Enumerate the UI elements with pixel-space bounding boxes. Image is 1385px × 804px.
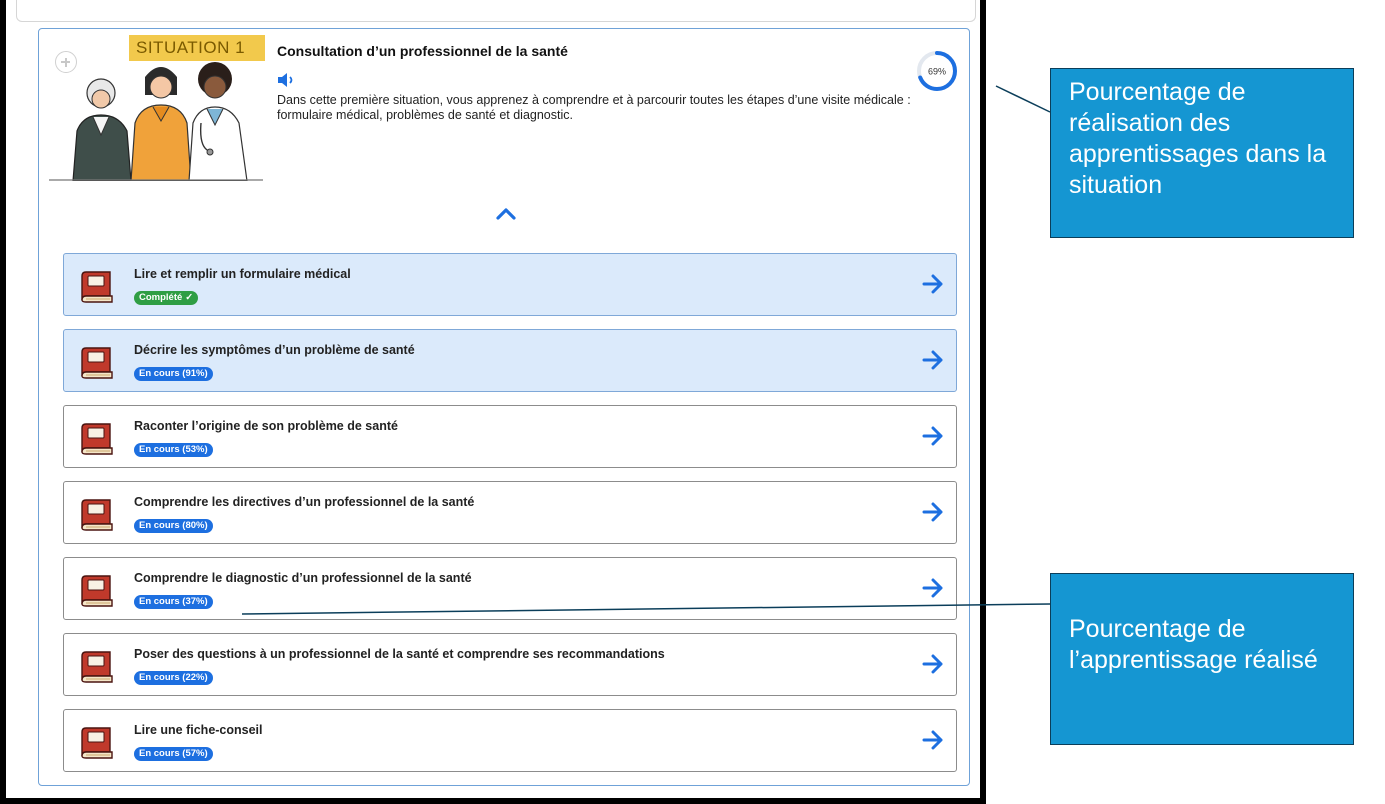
learning-item[interactable]: Décrire les symptômes d’un problème de s… bbox=[63, 329, 957, 392]
situation-tag: SITUATION 1 bbox=[129, 35, 265, 61]
situation-progress-label: 69% bbox=[928, 67, 946, 77]
learning-item-title: Raconter l’origine de son problème de sa… bbox=[134, 419, 398, 433]
arrow-right-icon[interactable] bbox=[922, 274, 944, 294]
learning-item-title: Comprendre les directives d’un professio… bbox=[134, 495, 475, 509]
book-icon bbox=[81, 651, 113, 683]
arrow-right-icon[interactable] bbox=[922, 654, 944, 674]
screenshot-frame: SITUATION 1 Consultation d’un profession… bbox=[0, 0, 986, 804]
status-badge: En cours (80%) bbox=[134, 519, 213, 533]
arrow-right-icon[interactable] bbox=[922, 578, 944, 598]
check-icon: ✓ bbox=[185, 292, 194, 303]
status-badge: En cours (53%) bbox=[134, 443, 213, 457]
book-icon bbox=[81, 575, 113, 607]
status-badge: En cours (22%) bbox=[134, 671, 213, 685]
plus-icon[interactable] bbox=[55, 51, 77, 73]
book-icon bbox=[81, 499, 113, 531]
book-icon bbox=[81, 423, 113, 455]
arrow-right-icon[interactable] bbox=[922, 426, 944, 446]
situation-title: Consultation d’un professionnel de la sa… bbox=[277, 43, 568, 59]
book-icon bbox=[81, 727, 113, 759]
arrow-right-icon[interactable] bbox=[922, 502, 944, 522]
book-icon bbox=[81, 347, 113, 379]
annotation-situation-progress: Pourcentage de réalisation des apprentis… bbox=[1050, 68, 1354, 238]
learning-item[interactable]: Lire et remplir un formulaire médical Com… bbox=[63, 253, 957, 316]
learning-item[interactable]: Lire une fiche-conseil En cours (57%) bbox=[63, 709, 957, 772]
arrow-right-icon[interactable] bbox=[922, 350, 944, 370]
learning-item[interactable]: Raconter l’origine de son problème de sa… bbox=[63, 405, 957, 468]
situation-description: Dans cette première situation, vous appr… bbox=[277, 93, 911, 122]
situation-progress-ring: 69% bbox=[917, 51, 957, 91]
annotation-item-progress: Pourcentage de l’apprentissage réalisé bbox=[1050, 573, 1354, 745]
situation-card: SITUATION 1 Consultation d’un profession… bbox=[38, 28, 970, 786]
status-badge: Complété ✓ bbox=[134, 291, 199, 305]
learning-item-title: Lire et remplir un formulaire médical bbox=[134, 267, 351, 281]
status-badge: En cours (91%) bbox=[134, 367, 213, 381]
previous-card-edge bbox=[16, 0, 976, 22]
learning-item[interactable]: Comprendre les directives d’un professio… bbox=[63, 481, 957, 544]
book-icon bbox=[81, 271, 113, 303]
status-badge: En cours (57%) bbox=[134, 747, 213, 761]
learning-item[interactable]: Comprendre le diagnostic d’un profession… bbox=[63, 557, 957, 620]
status-badge: En cours (37%) bbox=[134, 595, 213, 609]
chevron-up-icon[interactable] bbox=[495, 205, 517, 221]
learning-item[interactable]: Poser des questions à un professionnel d… bbox=[63, 633, 957, 696]
learning-item-title: Lire une fiche-conseil bbox=[134, 723, 263, 737]
arrow-right-icon[interactable] bbox=[922, 730, 944, 750]
learning-item-title: Décrire les symptômes d’un problème de s… bbox=[134, 343, 415, 357]
speaker-icon[interactable] bbox=[277, 71, 297, 89]
learning-item-title: Poser des questions à un professionnel d… bbox=[134, 647, 665, 661]
learning-item-title: Comprendre le diagnostic d’un profession… bbox=[134, 571, 472, 585]
